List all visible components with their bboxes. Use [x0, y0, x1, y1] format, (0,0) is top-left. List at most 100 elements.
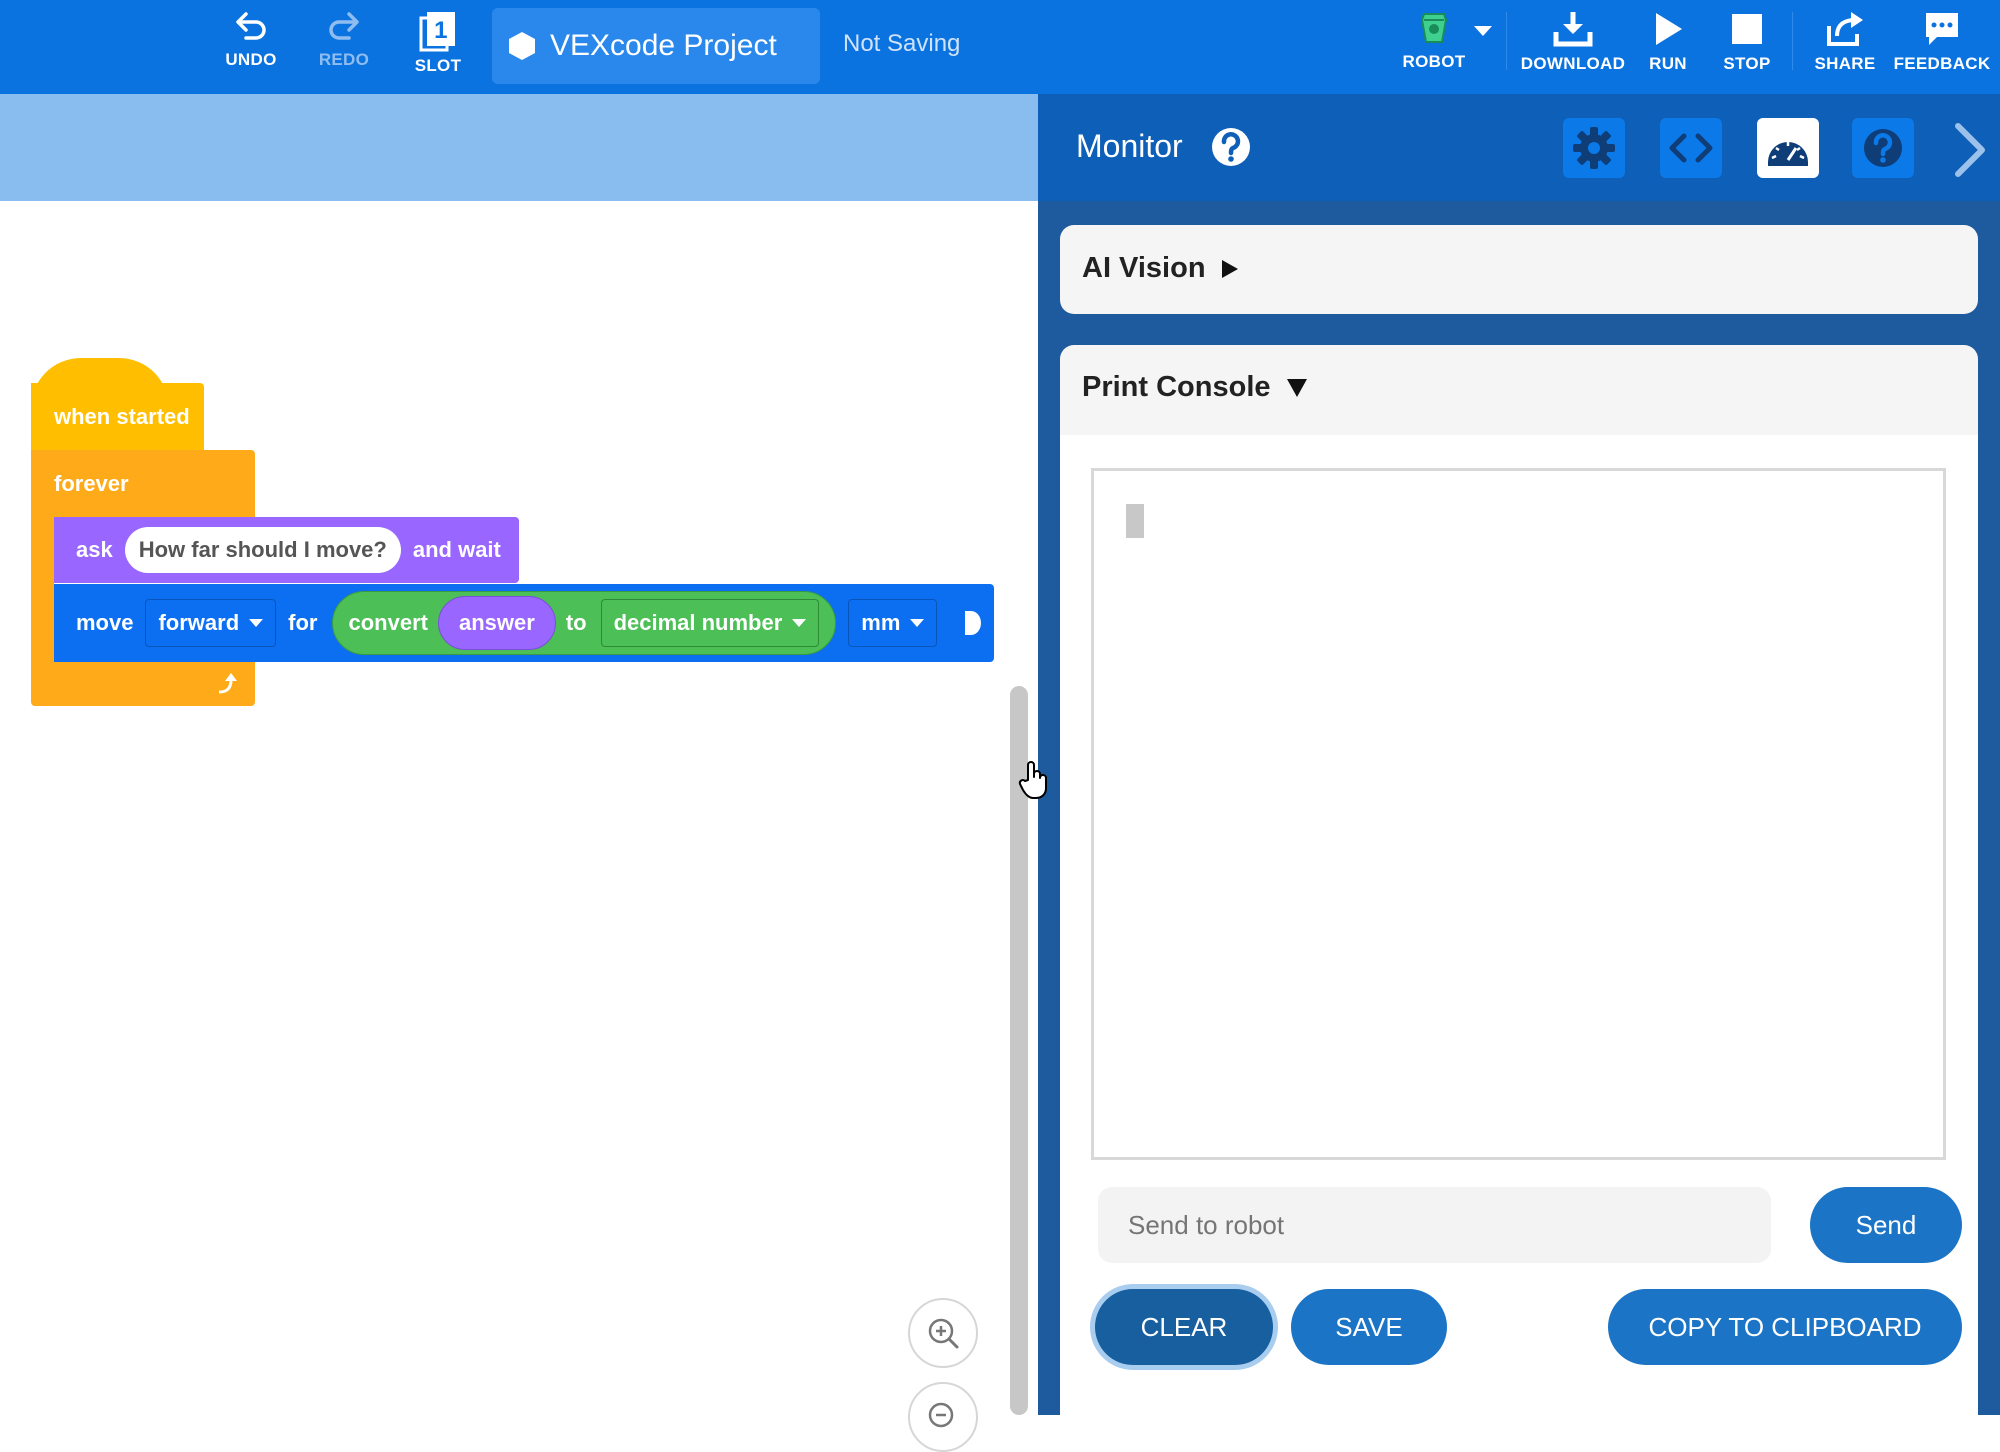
run-label: RUN [1649, 54, 1687, 73]
redo-icon [329, 12, 359, 40]
monitor-dashboard-button[interactable] [1757, 118, 1819, 178]
ai-vision-title: AI Vision [1082, 252, 1206, 284]
move-for-block[interactable]: move forward for convert answer to decim… [54, 584, 994, 662]
console-output[interactable] [1091, 468, 1946, 1160]
run-button[interactable]: RUN [1644, 10, 1692, 86]
stop-button[interactable]: STOP [1722, 10, 1772, 86]
convert-type-value: decimal number [613, 610, 783, 635]
print-console-header[interactable]: Print Console [1082, 371, 1307, 404]
and-wait-label: and wait [412, 537, 501, 562]
undo-button[interactable]: UNDO [222, 10, 280, 86]
clear-button[interactable]: CLEAR [1095, 1289, 1273, 1365]
ask-question-input[interactable]: How far should I move? [124, 527, 401, 573]
when-started-block[interactable]: when started [31, 383, 204, 451]
code-icon [1669, 133, 1713, 163]
move-label: move [76, 610, 134, 635]
workspace-header [0, 94, 1038, 201]
robot-label: ROBOT [1402, 52, 1466, 71]
ask-and-wait-block[interactable]: ask How far should I move? and wait [54, 517, 519, 583]
direction-value: forward [158, 610, 240, 635]
download-label: DOWNLOAD [1520, 54, 1626, 73]
forever-block-arm [31, 518, 54, 664]
hand-pointer-icon [1018, 761, 1047, 799]
monitor-header: Monitor [1038, 94, 2000, 201]
help-icon [1864, 129, 1902, 167]
chevron-down-icon [910, 619, 925, 627]
copy-to-clipboard-button[interactable]: COPY TO CLIPBOARD [1608, 1289, 1962, 1365]
save-button[interactable]: SAVE [1291, 1289, 1447, 1365]
ai-vision-section[interactable]: AI Vision [1060, 225, 1978, 314]
help-icon[interactable] [1210, 126, 1252, 168]
feedback-label: FEEDBACK [1893, 54, 1991, 73]
code-viewer-button[interactable] [1660, 118, 1722, 178]
convert-label: convert [348, 610, 428, 635]
answer-block[interactable]: answer [437, 596, 556, 650]
undo-icon [236, 12, 266, 40]
redo-label: REDO [318, 50, 370, 69]
hexagon-icon [509, 32, 535, 60]
zoom-out-icon [928, 1402, 954, 1428]
expand-triangle-icon [1221, 259, 1238, 278]
help-panel-button[interactable] [1852, 118, 1914, 178]
loop-arrow-icon [218, 673, 237, 694]
save-status: Not Saving [843, 30, 961, 57]
toolbar-divider [1792, 12, 1793, 70]
feedback-icon [1926, 13, 1958, 45]
stop-label: STOP [1723, 54, 1771, 73]
convert-type-dropdown[interactable]: decimal number [600, 599, 820, 647]
expand-block-icon[interactable] [961, 609, 983, 637]
chevron-down-icon [792, 619, 807, 627]
project-name-field[interactable]: VEXcode Project [492, 8, 820, 84]
top-toolbar: UNDO REDO 1 SLOT VEXcode Project Not Sav… [0, 0, 2000, 94]
download-button[interactable]: DOWNLOAD [1520, 10, 1626, 86]
slot-icon: 1 [419, 12, 455, 52]
share-label: SHARE [1814, 54, 1876, 73]
direction-dropdown[interactable]: forward [145, 599, 277, 647]
play-icon [1656, 13, 1682, 45]
undo-label: UNDO [225, 50, 277, 69]
monitor-panel: Monitor AI Vision Print Console Send to … [1038, 94, 2000, 1445]
zoom-in-icon [928, 1318, 959, 1349]
ai-vision-header[interactable]: AI Vision [1082, 252, 1238, 285]
zoom-out-button[interactable] [908, 1382, 978, 1452]
chevron-down-icon [249, 619, 264, 627]
for-label: for [288, 610, 318, 635]
robot-brain-icon [1420, 13, 1448, 43]
convert-block[interactable]: convert answer to decimal number [331, 591, 837, 655]
slot-number: 1 [434, 17, 448, 44]
forever-block[interactable]: forever [31, 450, 255, 518]
toolbar-divider [1506, 12, 1507, 70]
print-console-section: Print Console Send CLEAR SAVE COPY TO CL… [1060, 345, 1978, 1445]
print-console-body: Send CLEAR SAVE COPY TO CLIPBOARD [1060, 435, 1978, 1445]
share-icon [1827, 12, 1863, 46]
unit-value: mm [861, 610, 901, 635]
unit-dropdown[interactable]: mm [848, 599, 938, 647]
text-cursor [1126, 504, 1144, 538]
zoom-in-button[interactable] [908, 1298, 978, 1368]
robot-button[interactable]: ROBOT [1396, 10, 1472, 86]
gear-icon [1573, 127, 1615, 169]
slot-label: SLOT [414, 56, 462, 75]
to-label: to [565, 610, 587, 635]
when-started-label: when started [54, 404, 190, 429]
download-icon [1553, 12, 1593, 47]
collapse-triangle-icon [1286, 378, 1307, 397]
answer-label: answer [458, 610, 535, 635]
feedback-button[interactable]: FEEDBACK [1894, 10, 1990, 86]
project-name: VEXcode Project [550, 29, 777, 62]
forever-label: forever [54, 471, 129, 496]
redo-button[interactable]: REDO [314, 10, 374, 86]
ask-label: ask [76, 537, 113, 562]
dashboard-gauge-icon [1768, 142, 1808, 166]
send-to-robot-input[interactable] [1098, 1187, 1771, 1263]
chevron-right-icon[interactable] [1950, 122, 1988, 178]
slot-button[interactable]: 1 SLOT [410, 10, 466, 86]
print-console-title: Print Console [1082, 371, 1271, 403]
send-button[interactable]: Send [1810, 1187, 1962, 1263]
robot-dropdown-caret-icon[interactable] [1474, 26, 1492, 36]
device-settings-button[interactable] [1563, 118, 1625, 178]
monitor-title: Monitor [1076, 128, 1183, 164]
stop-icon [1732, 14, 1762, 44]
forever-block-bottom[interactable] [31, 662, 255, 706]
share-button[interactable]: SHARE [1814, 10, 1876, 86]
